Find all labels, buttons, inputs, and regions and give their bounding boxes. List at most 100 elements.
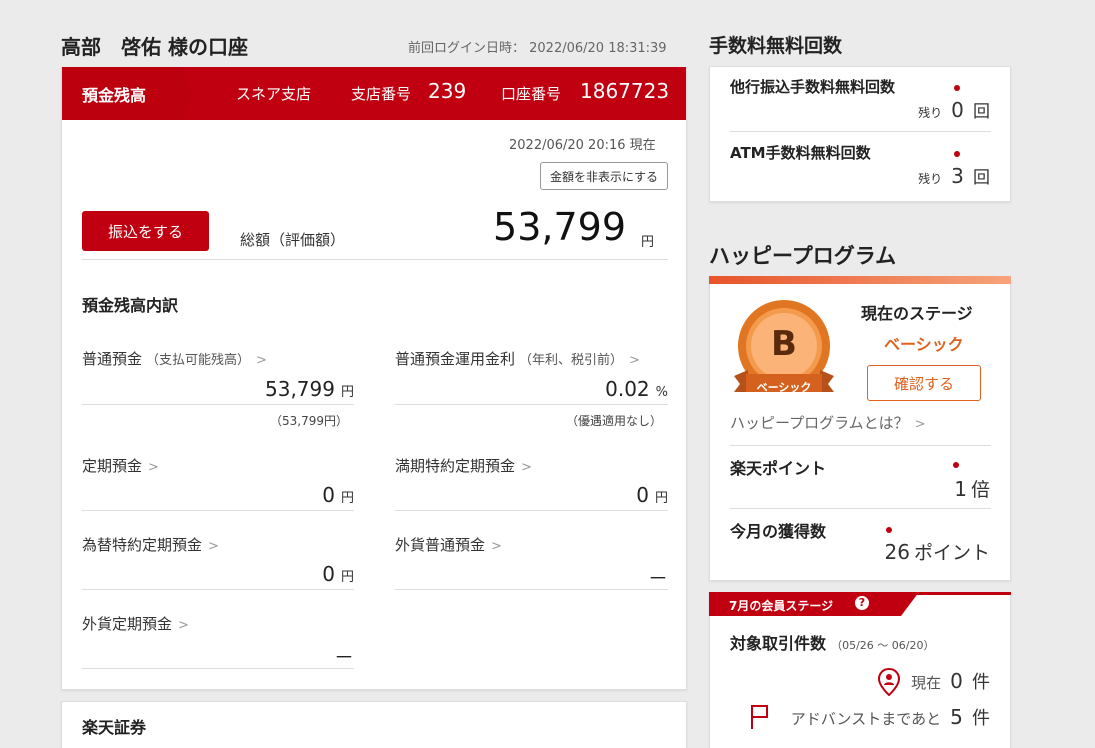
target-transactions-row: 対象取引件数 （05/26 ～ 06/20）: [730, 630, 935, 654]
ordinary-deposit-link[interactable]: 普通預金 （支払可能残高） >: [82, 348, 267, 369]
divider: [82, 510, 354, 511]
transfer-fee-label: 他行振込手数料無料回数: [730, 78, 896, 96]
transfer-fee-unit: 回: [973, 102, 990, 122]
foreign-ordinary-deposit-label: 外貨普通預金: [395, 536, 486, 554]
ordinary-deposit-value-row: 53,799 円: [82, 377, 354, 401]
ordinary-deposit-label: 普通預金: [82, 350, 143, 368]
ordinary-deposit-unit: 円: [340, 385, 354, 400]
notice-dot: [954, 85, 960, 91]
fx-time-deposit-value-row: 0円: [82, 562, 354, 586]
current-count-unit: 件: [972, 672, 990, 693]
securities-title: 楽天証券: [82, 718, 147, 737]
securities-card: [61, 701, 687, 748]
current-count: 0: [950, 669, 963, 693]
fees-title: 手数料無料回数: [709, 35, 843, 57]
transfer-fee-count-row: 残り 0 回: [880, 97, 990, 122]
interest-rate-link[interactable]: 普通預金運用金利 （年利、税引前） >: [395, 348, 640, 369]
total-value: 53,799: [493, 205, 626, 249]
chevron-right-icon: >: [208, 539, 219, 554]
fx-time-deposit-link[interactable]: 為替特約定期預金 >: [82, 534, 219, 555]
divider: [730, 508, 991, 509]
fx-time-deposit-value: 0: [322, 562, 335, 586]
confirm-stage-button[interactable]: 確認する: [867, 365, 981, 401]
about-happy-program-label: ハッピープログラムとは？: [730, 414, 909, 432]
branch-number-label: 支店番号: [351, 85, 412, 103]
chevron-right-icon: >: [256, 353, 267, 368]
maturity-time-deposit-value-row: 0円: [395, 483, 668, 507]
time-deposit-value-row: 0円: [82, 483, 354, 507]
divider: [82, 404, 354, 405]
points-multiplier-row: 1倍: [880, 475, 990, 502]
advance-count: 5: [950, 705, 963, 729]
current-count-label: 現在: [911, 674, 942, 692]
interest-rate-value: 0.02: [605, 377, 650, 401]
member-stage-banner-label: 7月の会員ステージ: [729, 599, 834, 613]
points-multiplier-unit: 倍: [970, 479, 990, 501]
atm-fee-count: 3: [951, 164, 964, 188]
chevron-right-icon: >: [914, 417, 926, 432]
about-happy-program-link[interactable]: ハッピープログラムとは？ >: [730, 412, 926, 433]
atm-fee-remain-label: 残り: [918, 172, 943, 186]
points-multiplier: 1: [954, 477, 967, 501]
time-deposit-unit: 円: [340, 491, 354, 506]
chevron-right-icon: >: [629, 353, 640, 368]
foreign-ordinary-deposit-link[interactable]: 外貨普通預金 >: [395, 534, 502, 555]
divider: [395, 510, 668, 511]
breakdown-title: 預金残高内訳: [82, 296, 179, 315]
transfer-fee-remain-label: 残り: [918, 106, 943, 120]
atm-fee-label: ATM手数料無料回数: [730, 144, 871, 162]
transfer-fee-count: 0: [951, 98, 964, 122]
ordinary-deposit-note: （支払可能残高）: [146, 353, 251, 368]
chevron-right-icon: >: [521, 460, 532, 475]
monthly-earned-unit: ポイント: [913, 542, 990, 564]
monthly-earned-row: 26 ポイント: [850, 538, 990, 565]
current-stage-heading: 現在のステージ: [861, 304, 973, 323]
notice-dot: [954, 151, 960, 157]
foreign-time-deposit-label: 外貨定期預金: [82, 615, 173, 633]
advance-count-unit: 件: [972, 708, 990, 729]
happy-program-accent-bar: [709, 276, 1011, 284]
interest-rate-value-row: 0.02%: [395, 377, 668, 401]
account-title: 高部 啓佑 様の口座: [61, 35, 248, 59]
divider: [730, 445, 991, 446]
divider: [82, 259, 668, 260]
maturity-time-deposit-value: 0: [636, 483, 649, 507]
ordinary-deposit-value: 53,799: [265, 377, 335, 401]
happy-program-title: ハッピープログラム: [709, 244, 897, 268]
chevron-right-icon: >: [491, 539, 502, 554]
balance-as-of: 2022/06/20 20:16 現在: [509, 138, 656, 153]
hide-amount-button[interactable]: 金額を非表示にする: [540, 162, 668, 190]
maturity-time-deposit-label: 満期特約定期預金: [395, 457, 516, 475]
location-pin-icon: [877, 667, 901, 697]
time-deposit-value: 0: [322, 483, 335, 507]
divider: [82, 668, 354, 669]
stage-badge-letter: B: [771, 324, 797, 364]
branch-number: 239: [428, 79, 467, 103]
target-transactions-label: 対象取引件数: [730, 634, 827, 653]
foreign-time-deposit-value: －: [334, 645, 354, 669]
transfer-button[interactable]: 振込をする: [82, 211, 209, 251]
atm-fee-count-row: 残り 3 回: [880, 163, 990, 188]
interest-rate-sub: （優遇適用なし）: [565, 414, 662, 428]
foreign-time-deposit-link[interactable]: 外貨定期預金 >: [82, 613, 189, 634]
time-deposit-link[interactable]: 定期預金 >: [82, 455, 159, 476]
maturity-time-deposit-unit: 円: [654, 491, 668, 506]
balance-tab-label: 預金残高: [82, 86, 147, 105]
fx-time-deposit-label: 為替特約定期預金: [82, 536, 203, 554]
monthly-earned-label: 今月の獲得数: [730, 522, 827, 541]
last-login-datetime: 前回ログイン日時： 2022/06/20 18:31:39: [408, 41, 667, 56]
rakuten-points-label: 楽天ポイント: [730, 459, 827, 478]
maturity-time-deposit-link[interactable]: 満期特約定期預金 >: [395, 455, 532, 476]
current-stage-name: ベーシック: [884, 335, 964, 354]
interest-rate-unit: %: [655, 385, 668, 400]
notice-dot: [886, 527, 892, 533]
divider: [395, 589, 668, 590]
interest-rate-note: （年利、税引前）: [519, 353, 624, 368]
divider: [730, 131, 991, 132]
divider: [395, 404, 668, 405]
ordinary-deposit-sub: （53,799円）: [270, 414, 348, 428]
monthly-earned-points: 26: [884, 540, 910, 564]
time-deposit-label: 定期預金: [82, 457, 143, 475]
stage-badge-ribbon: ベーシック: [756, 381, 812, 394]
help-icon[interactable]: ?: [855, 596, 869, 610]
